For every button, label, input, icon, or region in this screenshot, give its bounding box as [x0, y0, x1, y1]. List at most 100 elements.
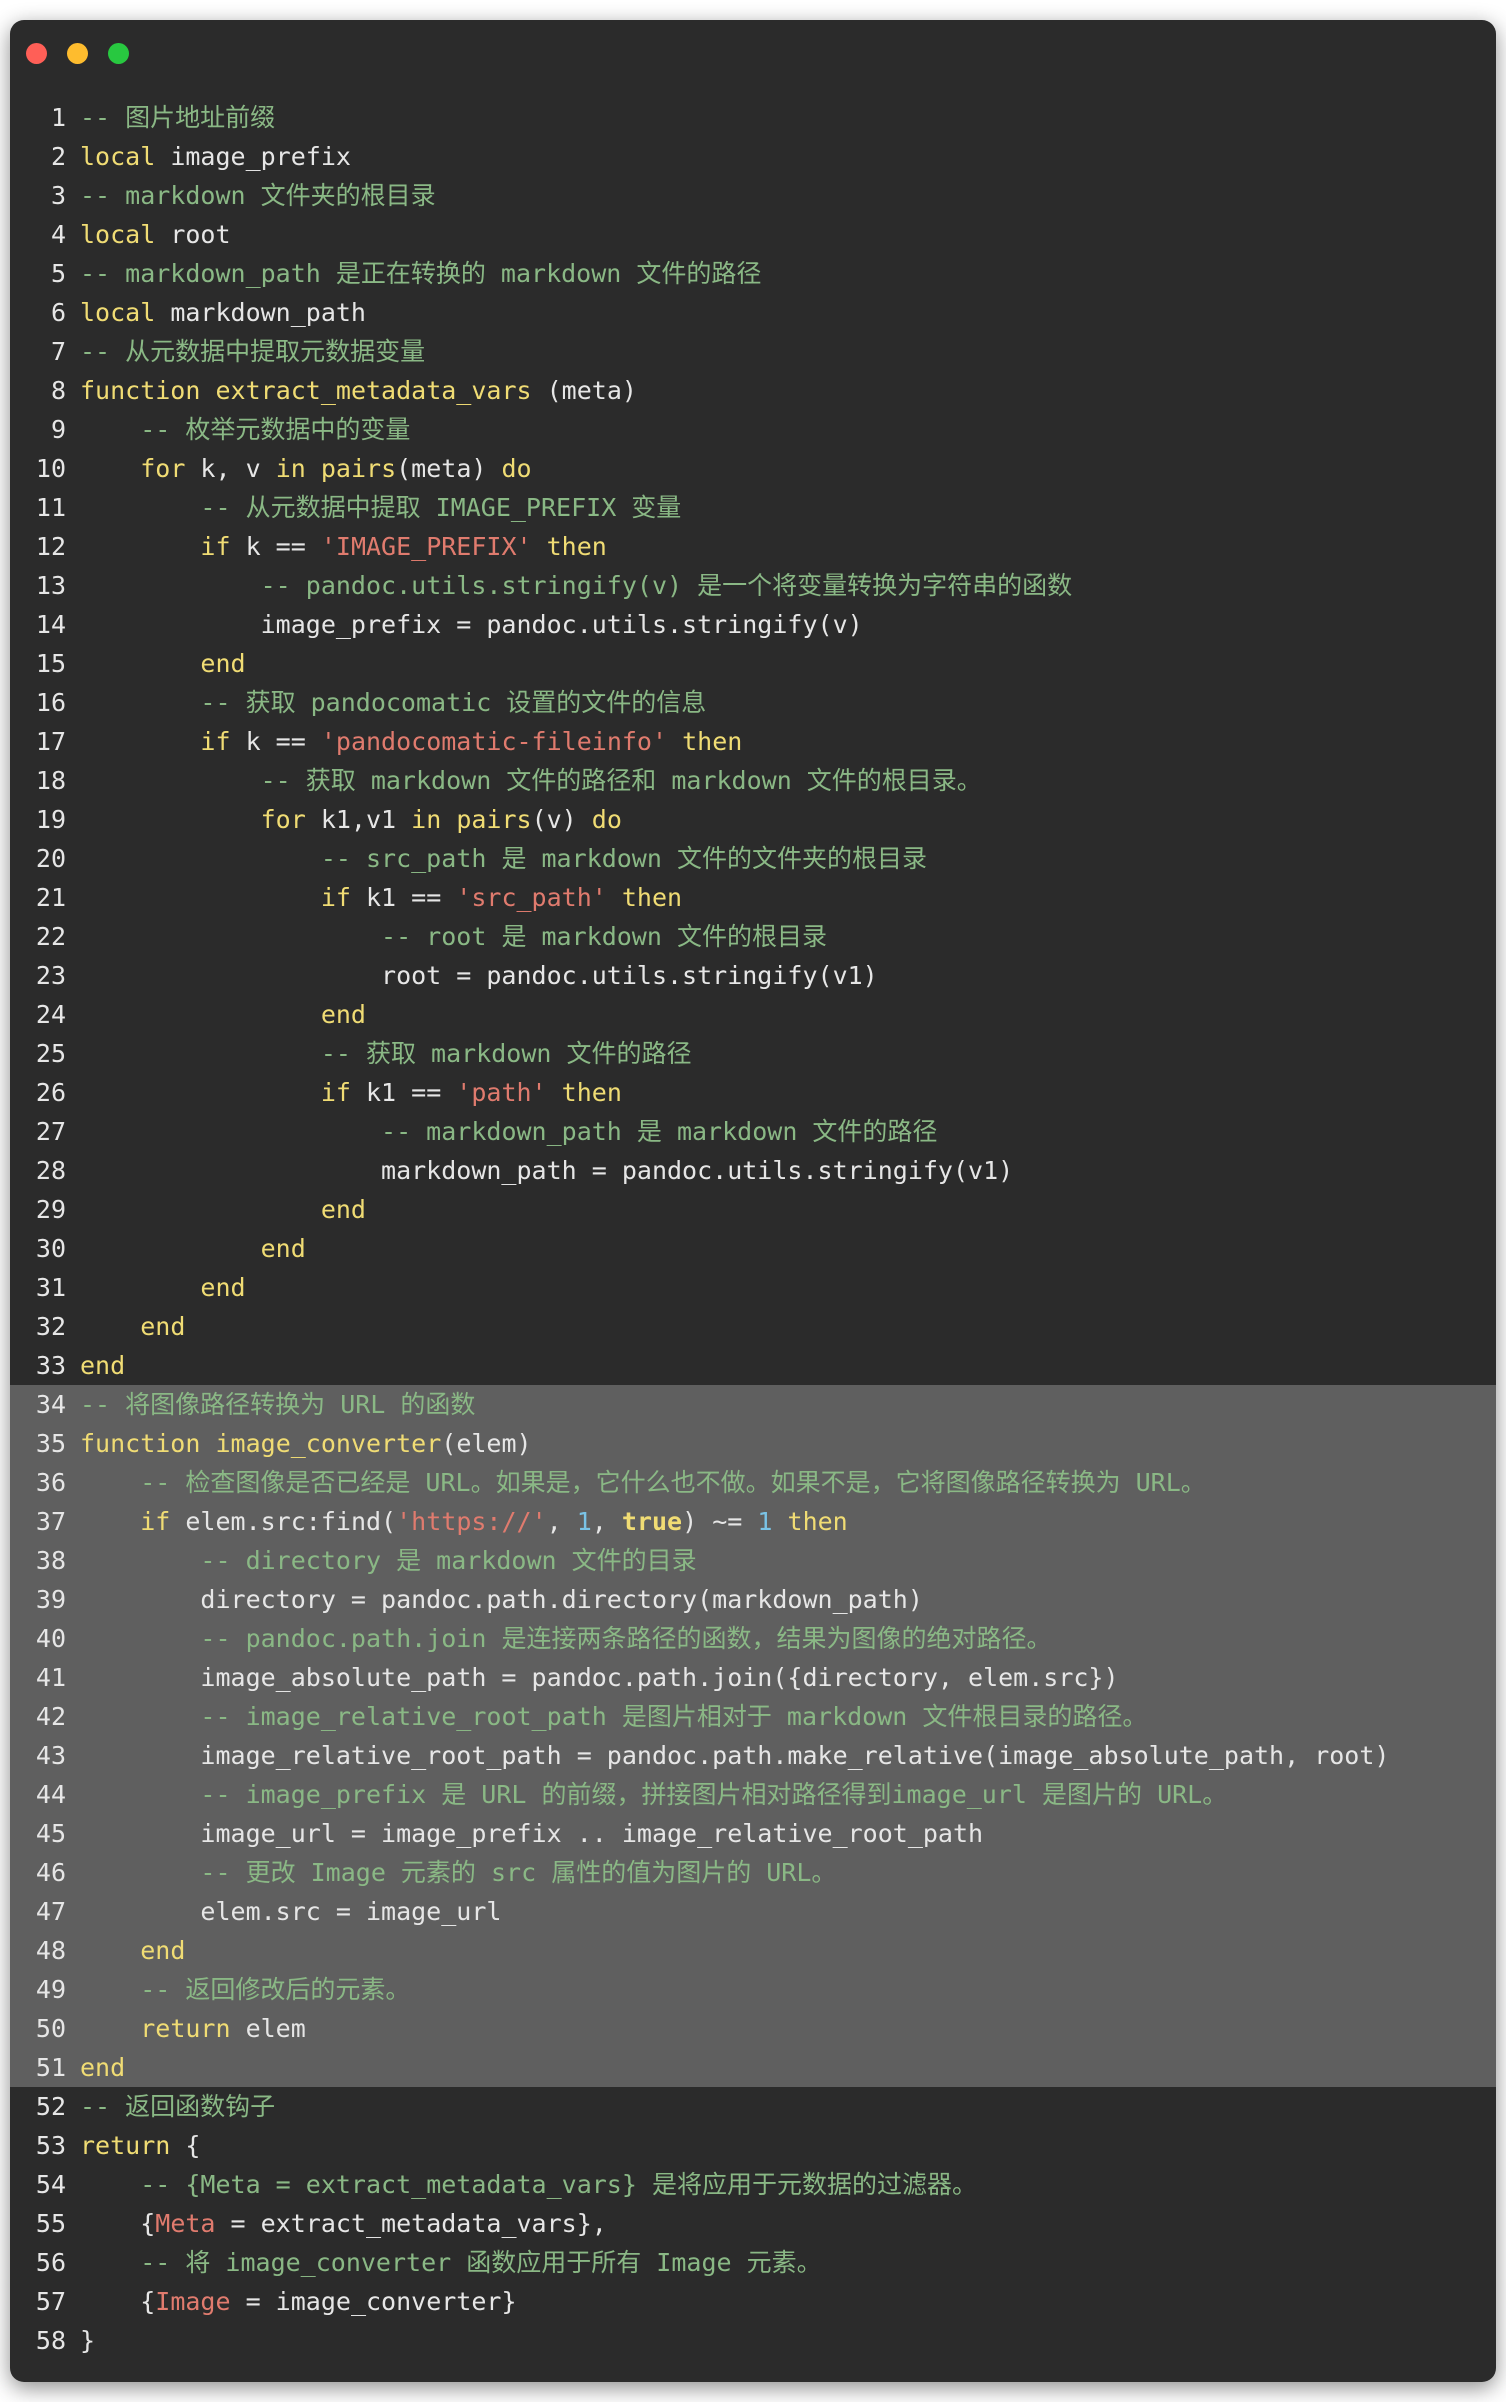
code-token-plain: (elem) — [441, 1429, 532, 1458]
line-number: 3 — [50, 181, 66, 210]
code-token-comment: -- src_path 是 markdown 文件的文件夹的根目录 — [320, 844, 927, 873]
code-token-keyword: in — [411, 805, 442, 834]
code-line: 29 end — [10, 1190, 1496, 1229]
code-token-plain: } — [80, 2326, 96, 2355]
code-line: 41 image_absolute_path = pandoc.path.joi… — [10, 1658, 1496, 1697]
line-number: 22 — [35, 922, 66, 951]
code-line: 6 local markdown_path — [10, 293, 1496, 332]
code-line: 15 end — [10, 644, 1496, 683]
code-token-comment: -- 检查图像是否已经是 URL。如果是，它什么也不做。如果不是，它将图像路径转… — [140, 1468, 1206, 1497]
code-line: 45 image_url = image_prefix .. image_rel… — [10, 1814, 1496, 1853]
line-number: 4 — [50, 220, 66, 249]
code-token-plain: image_url = image_prefix .. image_relati… — [80, 1819, 984, 1848]
line-number: 49 — [35, 1975, 66, 2004]
line-number: 18 — [35, 766, 66, 795]
code-line: 24 end — [10, 995, 1496, 1034]
line-number: 30 — [35, 1234, 66, 1263]
code-line: 14 image_prefix = pandoc.utils.stringify… — [10, 605, 1496, 644]
code-token-plain: markdown_path = pandoc.utils.stringify(v… — [80, 1156, 1014, 1185]
code-token-keyword: if — [320, 883, 351, 912]
code-token-plain: (v) — [531, 805, 592, 834]
code-token-keyword: local — [80, 220, 156, 249]
code-token-comment: -- pandoc.utils.stringify(v) 是一个将变量转换为字符… — [260, 571, 1073, 600]
code-line: 30 end — [10, 1229, 1496, 1268]
line-number: 1 — [50, 103, 66, 132]
line-number: 10 — [35, 454, 66, 483]
code-editor[interactable]: 1 -- 图片地址前缀 2 local image_prefix 3 -- markdow… — [10, 98, 1496, 2360]
line-number: 35 — [35, 1429, 66, 1458]
code-token-plain: directory = pandoc.path.directory(markdo… — [80, 1585, 923, 1614]
code-line: 43 image_relative_root_path = pandoc.pat… — [10, 1736, 1496, 1775]
line-number: 20 — [35, 844, 66, 873]
code-token-plain: markdown_path — [155, 298, 366, 327]
code-token-string: 'https://' — [396, 1507, 547, 1536]
code-token-plain: image_absolute_path = pandoc.path.join({… — [80, 1663, 1119, 1692]
code-line: 49 -- 返回修改后的元素。 — [10, 1970, 1496, 2009]
code-token-keyword: end — [200, 1273, 246, 1302]
code-line: 12 if k == 'IMAGE_PREFIX' then — [10, 527, 1496, 566]
code-token-plain: = image_converter} — [230, 2287, 517, 2316]
code-token-plain: root — [155, 220, 231, 249]
line-number: 34 — [35, 1390, 66, 1419]
code-token-plain: { — [80, 2287, 156, 2316]
code-line: 36 -- 检查图像是否已经是 URL。如果是，它什么也不做。如果不是，它将图像… — [10, 1463, 1496, 1502]
code-token-keyword: end — [320, 1000, 366, 1029]
code-line: 53 return { — [10, 2126, 1496, 2165]
code-line: 40 -- pandoc.path.join 是连接两条路径的函数，结果为图像的… — [10, 1619, 1496, 1658]
code-token-comment: -- 返回修改后的元素。 — [140, 1975, 411, 2004]
code-token-func: pairs — [456, 805, 532, 834]
line-number: 37 — [35, 1507, 66, 1536]
code-token-comment: -- 将 image_converter 函数应用于所有 Image 元素。 — [140, 2248, 822, 2277]
code-token-comment: -- image_relative_root_path 是图片相对于 markd… — [200, 1702, 1148, 1731]
line-number: 11 — [35, 493, 66, 522]
line-number: 14 — [35, 610, 66, 639]
line-number: 33 — [35, 1351, 66, 1380]
code-token-plain: image_prefix — [155, 142, 351, 171]
minimize-dot-icon[interactable] — [67, 43, 88, 64]
line-number: 39 — [35, 1585, 66, 1614]
code-line: 19 for k1,v1 in pairs(v) do — [10, 800, 1496, 839]
close-dot-icon[interactable] — [26, 43, 47, 64]
code-token-plain: k1,v1 — [305, 805, 412, 834]
code-token-string: 'path' — [456, 1078, 547, 1107]
code-token-comment: -- markdown_path 是正在转换的 markdown 文件的路径 — [80, 259, 762, 288]
code-token-func: image_converter — [215, 1429, 442, 1458]
code-token-keyword: local — [80, 142, 156, 171]
maximize-dot-icon[interactable] — [108, 43, 129, 64]
code-token-plain: (meta) — [396, 454, 502, 483]
code-window: 1 -- 图片地址前缀 2 local image_prefix 3 -- markdow… — [10, 20, 1496, 2382]
code-token-keyword: end — [80, 2053, 126, 2082]
code-token-keyword: if — [320, 1078, 351, 1107]
code-token-keyword: local — [80, 298, 156, 327]
code-token-string: 'IMAGE_PREFIX' — [320, 532, 532, 561]
code-line: 13 -- pandoc.utils.stringify(v) 是一个将变量转换… — [10, 566, 1496, 605]
code-token-keyword: function — [80, 1429, 201, 1458]
line-number: 23 — [35, 961, 66, 990]
code-token-keyword: end — [260, 1234, 306, 1263]
code-line: 10 for k, v in pairs(meta) do — [10, 449, 1496, 488]
code-line: 48 end — [10, 1931, 1496, 1970]
code-token-plain: k == — [230, 532, 321, 561]
code-line: 54 -- {Meta = extract_metadata_vars} 是将应… — [10, 2165, 1496, 2204]
code-token-bool: true — [621, 1507, 683, 1536]
code-token-keyword: return — [140, 2014, 231, 2043]
code-token-plain: = extract_metadata_vars}, — [215, 2209, 607, 2238]
code-token-plain: elem.src:find( — [170, 1507, 397, 1536]
code-token-comment: -- directory 是 markdown 文件的目录 — [200, 1546, 697, 1575]
line-number: 16 — [35, 688, 66, 717]
code-token-comment: -- root 是 markdown 文件的根目录 — [381, 922, 827, 951]
